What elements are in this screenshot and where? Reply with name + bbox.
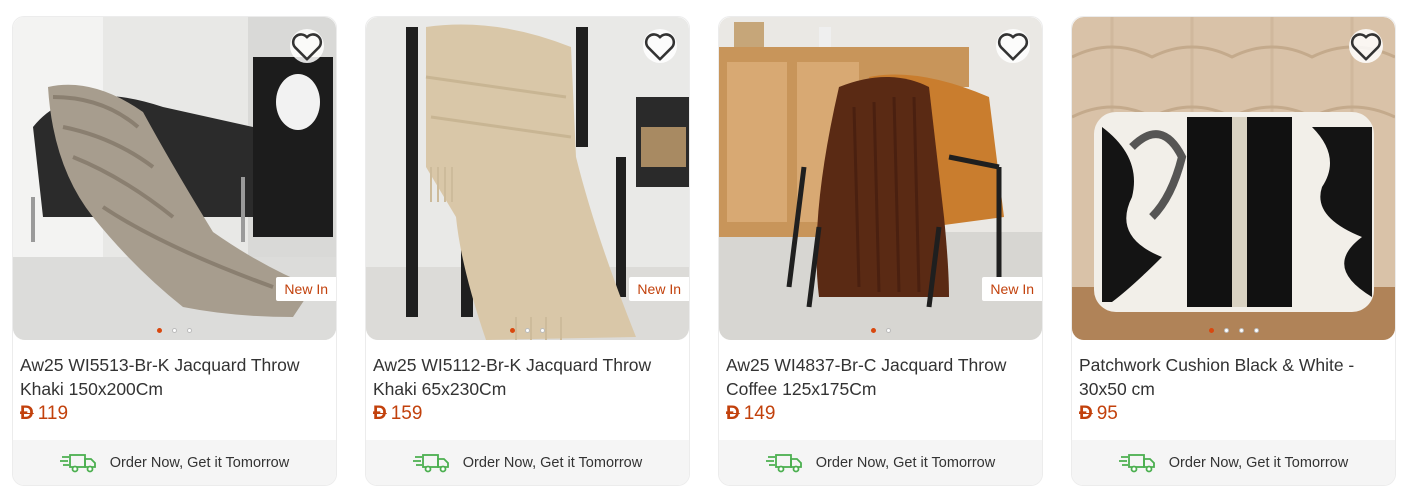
product-title[interactable]: Aw25 WI4837-Br-C Jacquard Throw Coffee 1… xyxy=(726,353,1034,401)
product-price: Đ 149 xyxy=(726,402,775,426)
product-card[interactable]: New In Aw25 WI4837-Br-C Jacquard Throw C… xyxy=(718,16,1043,486)
carousel-dot[interactable] xyxy=(157,328,162,333)
image-carousel-dots xyxy=(13,328,336,333)
shipping-banner[interactable]: Order Now, Get it Tomorrow xyxy=(13,440,336,485)
currency-symbol: Đ xyxy=(373,403,387,424)
product-title[interactable]: Patchwork Cushion Black & White - 30x50 … xyxy=(1079,353,1387,401)
price-value: 95 xyxy=(1096,403,1118,424)
carousel-dot[interactable] xyxy=(525,328,530,333)
heart-icon xyxy=(291,32,323,61)
image-carousel-dots xyxy=(1072,328,1395,333)
product-price: Đ 159 xyxy=(373,402,422,426)
product-card[interactable]: New In Aw25 WI5513-Br-K Jacquard Throw K… xyxy=(12,16,337,486)
wishlist-button[interactable] xyxy=(643,29,677,63)
delivery-truck-icon xyxy=(59,452,98,474)
carousel-dot[interactable] xyxy=(510,328,515,333)
carousel-dot[interactable] xyxy=(187,328,192,333)
heart-icon xyxy=(644,32,676,61)
product-image[interactable]: New In xyxy=(719,17,1042,340)
wishlist-button[interactable] xyxy=(996,29,1030,63)
delivery-truck-icon xyxy=(1118,452,1157,474)
shipping-banner[interactable]: Order Now, Get it Tomorrow xyxy=(719,440,1042,485)
product-title[interactable]: Aw25 WI5112-Br-K Jacquard Throw Khaki 65… xyxy=(373,353,681,401)
image-carousel-dots xyxy=(366,328,689,333)
price-value: 119 xyxy=(37,403,69,424)
product-image[interactable]: New In xyxy=(13,17,336,340)
product-price: Đ 95 xyxy=(1079,402,1118,426)
new-in-badge: New In xyxy=(629,277,689,301)
currency-symbol: Đ xyxy=(1079,403,1093,424)
image-carousel-dots xyxy=(719,328,1042,333)
currency-symbol: Đ xyxy=(20,403,34,424)
carousel-dot[interactable] xyxy=(1223,328,1229,333)
product-price: Đ 119 xyxy=(20,402,68,426)
shipping-text: Order Now, Get it Tomorrow xyxy=(462,454,643,471)
delivery-truck-icon xyxy=(765,452,804,474)
product-title[interactable]: Aw25 WI5513-Br-K Jacquard Throw Khaki 15… xyxy=(20,353,328,401)
carousel-dot[interactable] xyxy=(1253,328,1259,333)
currency-symbol: Đ xyxy=(726,403,740,424)
price-value: 159 xyxy=(390,403,423,424)
shipping-text: Order Now, Get it Tomorrow xyxy=(815,454,996,471)
wishlist-button[interactable] xyxy=(1349,29,1383,63)
product-row: New In Aw25 WI5513-Br-K Jacquard Throw K… xyxy=(0,0,1414,499)
carousel-dot[interactable] xyxy=(870,328,876,333)
product-card[interactable]: Patchwork Cushion Black & White - 30x50 … xyxy=(1071,16,1396,486)
shipping-text: Order Now, Get it Tomorrow xyxy=(109,454,290,471)
shipping-banner[interactable]: Order Now, Get it Tomorrow xyxy=(366,440,689,485)
new-in-badge: New In xyxy=(276,277,336,301)
product-card[interactable]: New In Aw25 WI5112-Br-K Jacquard Throw K… xyxy=(365,16,690,486)
heart-icon xyxy=(1350,32,1382,61)
delivery-truck-icon xyxy=(412,452,451,474)
carousel-dot[interactable] xyxy=(1238,328,1244,333)
product-photo-cushion-black-white xyxy=(1072,17,1395,340)
carousel-dot[interactable] xyxy=(540,328,545,333)
heart-icon xyxy=(997,32,1029,61)
carousel-dot[interactable] xyxy=(172,328,177,333)
new-in-badge: New In xyxy=(982,277,1042,301)
shipping-banner[interactable]: Order Now, Get it Tomorrow xyxy=(1072,440,1395,485)
product-image[interactable] xyxy=(1072,17,1395,340)
price-value: 149 xyxy=(743,403,776,424)
carousel-dot[interactable] xyxy=(885,328,891,333)
wishlist-button[interactable] xyxy=(290,29,324,63)
carousel-dot[interactable] xyxy=(1208,328,1214,333)
shipping-text: Order Now, Get it Tomorrow xyxy=(1168,454,1349,471)
product-image[interactable]: New In xyxy=(366,17,689,340)
